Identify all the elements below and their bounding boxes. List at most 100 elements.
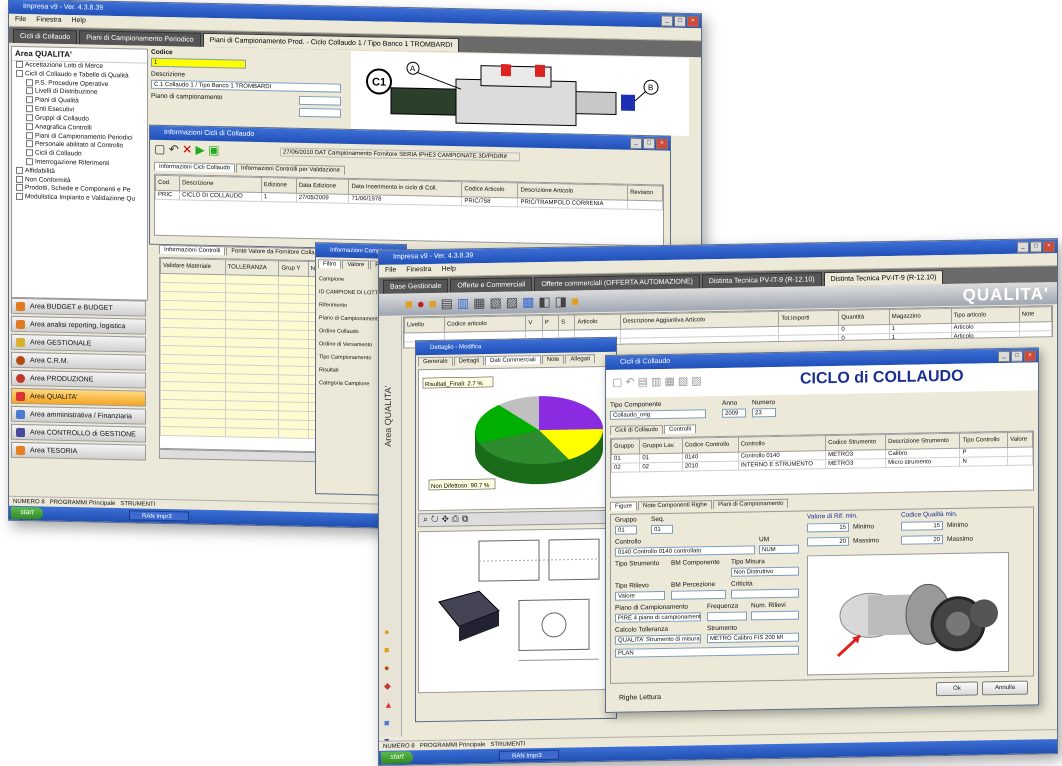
tool-icon[interactable]: ▥ bbox=[651, 376, 664, 388]
article-tab[interactable]: Note bbox=[541, 354, 565, 365]
info-tab-filtro[interactable]: Filtro bbox=[318, 259, 342, 269]
dx1-field[interactable]: 20 bbox=[807, 536, 849, 547]
nav-qualita[interactable]: Area QUALITA' bbox=[11, 387, 146, 407]
tool-icon[interactable]: ▤ bbox=[441, 296, 457, 311]
tool-icon[interactable]: ■ bbox=[571, 293, 583, 308]
col-header[interactable]: Gruppo bbox=[611, 438, 640, 455]
nav-controllo[interactable]: Area CONTROLLO di GESTIONE bbox=[11, 423, 146, 443]
lower-tab-controlli[interactable]: Informazioni Controlli bbox=[159, 244, 226, 256]
col-header[interactable]: Descrizione bbox=[179, 175, 262, 193]
col-header[interactable]: V bbox=[525, 315, 543, 331]
ok-button[interactable]: Ok bbox=[936, 681, 978, 697]
col-header[interactable]: Gruppo Lav. bbox=[639, 438, 683, 454]
minimize-icon[interactable]: _ bbox=[630, 137, 642, 150]
tool-icon[interactable]: ■ bbox=[405, 296, 417, 311]
code-field[interactable]: 1 bbox=[151, 57, 246, 69]
col-header[interactable]: Cod. bbox=[155, 175, 180, 191]
maximize-icon[interactable]: □ bbox=[1011, 350, 1023, 362]
nav-analisi[interactable]: Area analisi reporting, logistica bbox=[11, 315, 146, 335]
tool-icon[interactable]: ● bbox=[417, 296, 429, 311]
back-tab-piani-prod[interactable]: Piani di Campionamento Prod. - Ciclo Col… bbox=[202, 32, 460, 53]
seq-field[interactable]: 01 bbox=[651, 524, 673, 535]
nav-icon[interactable]: ● bbox=[384, 663, 393, 673]
article-tab[interactable]: Dettagli bbox=[453, 356, 485, 366]
tool-icon[interactable]: ▦ bbox=[473, 295, 489, 310]
taskbar-item[interactable]: RAN Impr3 bbox=[499, 749, 559, 761]
menu-help[interactable]: Help bbox=[441, 266, 455, 273]
back-tab-piani-periodico[interactable]: Piani di Campionamento Periodico bbox=[79, 30, 201, 47]
col-header[interactable]: Revision bbox=[627, 185, 663, 201]
maximize-icon[interactable]: □ bbox=[674, 15, 686, 27]
close-icon[interactable]: × bbox=[1043, 241, 1055, 253]
col-header[interactable]: Valore bbox=[1007, 432, 1033, 448]
tipo-field[interactable]: Collaudo_orig bbox=[610, 409, 706, 420]
cancel-button[interactable]: Annulla bbox=[982, 680, 1028, 696]
print-icon[interactable]: ⎙ bbox=[452, 513, 462, 523]
menu-file[interactable]: File bbox=[385, 267, 396, 274]
tool-icon[interactable]: ▩ bbox=[522, 294, 538, 309]
col-header[interactable]: Magazzino bbox=[889, 308, 952, 325]
nav-icon[interactable]: ■ bbox=[384, 718, 393, 728]
col-header[interactable]: TOLLERANZA bbox=[225, 259, 279, 276]
tool-icon[interactable]: ◨ bbox=[555, 294, 571, 309]
note-field[interactable]: PLAN bbox=[615, 645, 799, 658]
nav-crm[interactable]: Area C.R.M. bbox=[11, 351, 146, 371]
menu-file[interactable]: File bbox=[15, 16, 26, 23]
nav-budget[interactable]: Area BUDGET e BUDGET bbox=[11, 297, 146, 317]
menu-finestra[interactable]: Finestra bbox=[36, 16, 61, 24]
nav-icon[interactable]: ▲ bbox=[384, 700, 393, 710]
undo-icon[interactable]: ↶ bbox=[169, 142, 179, 156]
tool-icon[interactable]: ▧ bbox=[489, 295, 505, 310]
menu-help[interactable]: Help bbox=[71, 17, 85, 24]
piano-field[interactable] bbox=[299, 95, 341, 106]
ciclo-tab[interactable]: Controlli bbox=[664, 424, 697, 434]
zoom-icon[interactable]: ⌕ bbox=[423, 514, 431, 524]
valore-min-field[interactable]: 15 bbox=[807, 522, 849, 533]
tool-icon[interactable]: ▨ bbox=[691, 375, 704, 387]
col-header[interactable]: Codice Strumento bbox=[825, 434, 886, 451]
new-icon[interactable]: ▢ bbox=[154, 142, 165, 156]
tool-icon[interactable]: ▢ bbox=[612, 377, 625, 389]
col-header[interactable]: S bbox=[558, 314, 575, 331]
copy-icon[interactable]: ⧉ bbox=[462, 513, 471, 523]
col-header[interactable]: Edizione bbox=[261, 177, 297, 194]
col-header[interactable]: Note bbox=[1019, 306, 1052, 323]
col-header[interactable]: Controllo bbox=[738, 435, 826, 453]
col-header[interactable]: Codice Controllo bbox=[682, 437, 739, 454]
rotate-icon[interactable]: ↻ bbox=[431, 514, 442, 524]
nav-produzione[interactable]: Area PRODUZIONE bbox=[11, 369, 146, 389]
col-header[interactable]: Data Edizione bbox=[296, 178, 349, 195]
col-header[interactable]: Grup Y bbox=[278, 260, 309, 277]
tool-icon[interactable]: ◧ bbox=[538, 294, 554, 309]
minimize-icon[interactable]: _ bbox=[661, 15, 673, 27]
nav-gestionale[interactable]: Area GESTIONALE bbox=[11, 333, 146, 353]
article-tab[interactable]: Dati Commerciali bbox=[485, 355, 541, 366]
valore-max-field[interactable]: 15 bbox=[901, 521, 943, 531]
ciclo-tab[interactable]: Cicli di Collaudo bbox=[610, 424, 664, 435]
nav-icon[interactable]: ● bbox=[384, 627, 393, 637]
anno-field[interactable]: 2009 bbox=[722, 408, 746, 418]
col-header[interactable]: Quantità bbox=[838, 309, 890, 326]
tool-icon[interactable]: ▦ bbox=[664, 376, 677, 388]
tipo-misura-field[interactable]: Non Distruttivo bbox=[731, 566, 799, 577]
save-icon[interactable]: ▣ bbox=[208, 143, 219, 157]
rilievo-field[interactable]: Valore bbox=[615, 590, 665, 601]
close-icon[interactable]: × bbox=[1024, 350, 1036, 362]
delete-icon[interactable]: ✕ bbox=[182, 142, 192, 156]
nav-icon[interactable]: ■ bbox=[384, 645, 393, 655]
col-header[interactable]: P bbox=[542, 315, 559, 331]
nav-icon[interactable]: ◆ bbox=[384, 681, 393, 692]
subtab-info-cicli[interactable]: Informazioni Cicli Collaudo bbox=[154, 161, 236, 173]
col-header[interactable]: Livello bbox=[404, 317, 445, 333]
um-field[interactable]: NUM bbox=[759, 544, 799, 555]
col-header[interactable]: Validare Materiale bbox=[160, 258, 226, 275]
back-lower-scrollbar[interactable] bbox=[159, 448, 321, 463]
nav-amministrativa[interactable]: Area amministrativa / Finanziaria bbox=[11, 405, 146, 425]
piano-field-2[interactable] bbox=[299, 107, 341, 118]
tool-icon[interactable]: ▨ bbox=[506, 294, 522, 309]
subtab-info-controlli[interactable]: Informazioni Controlli per Validazione bbox=[236, 163, 345, 175]
front-tab-1[interactable]: Offerte e Commerciali bbox=[450, 277, 533, 293]
gruppo-field[interactable]: 01 bbox=[615, 525, 637, 535]
description-field[interactable]: C.1 Collaudo 1 / Tipo Banco 1 TROMBARDI bbox=[151, 79, 341, 93]
lower-tab[interactable]: Piani di Campionamento bbox=[713, 498, 789, 510]
